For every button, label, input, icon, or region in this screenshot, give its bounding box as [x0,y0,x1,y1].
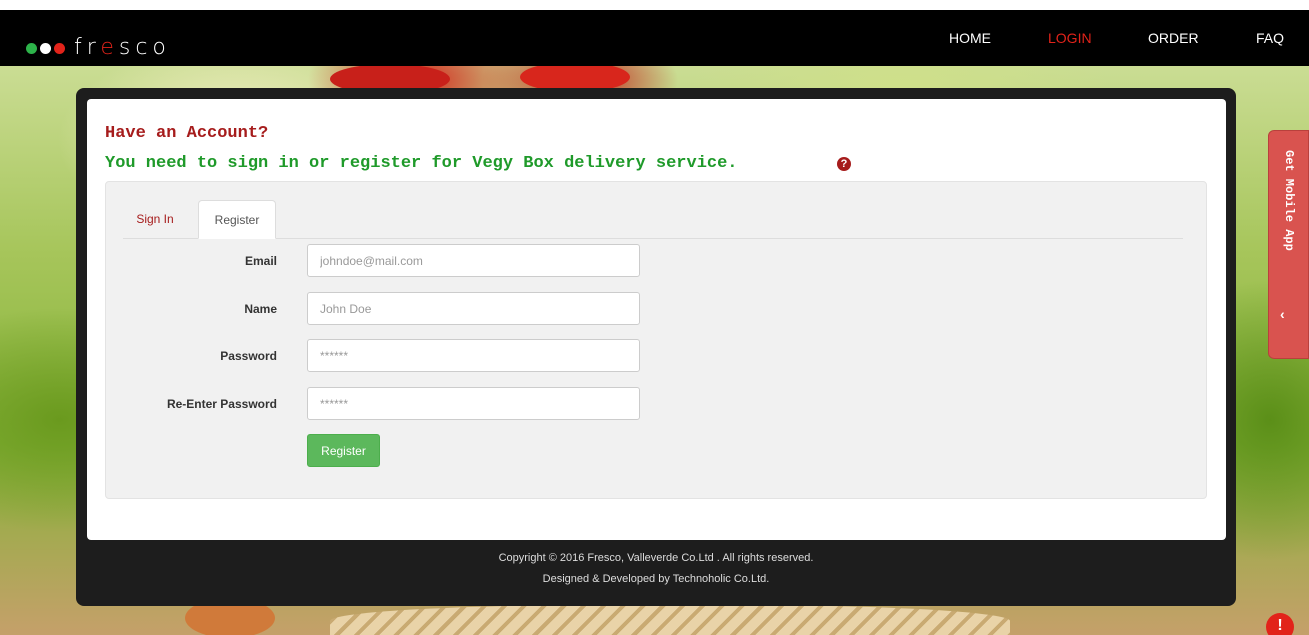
tab-register[interactable]: Register [198,200,276,239]
email-input[interactable] [307,244,640,277]
footer-copyright: Copyright © 2016 Fresco, Valleverde Co.L… [498,552,814,564]
page-heading: Have an Account? [105,124,269,143]
email-label: Email [244,254,277,268]
basket-decoration [330,605,1010,635]
get-mobile-app-label: Get Mobile App [1282,150,1296,251]
password-label: Password [220,349,277,363]
name-input[interactable] [307,292,640,325]
tabs-divider [123,238,1183,239]
nav-home-link[interactable]: HOME [949,30,991,46]
page-subheading: You need to sign in or register for Vegy… [105,154,738,173]
tab-sign-in[interactable]: Sign In [118,200,192,239]
name-label: Name [244,302,277,316]
logo[interactable]: fresco [26,37,171,59]
password-input[interactable] [307,339,640,372]
nav-login-link[interactable]: LOGIN [1048,30,1092,46]
logo-dot-green [26,42,37,54]
alert-icon[interactable]: ! [1266,613,1294,635]
question-circle-icon[interactable]: ? [837,157,851,171]
logo-text: fresco [74,35,171,60]
chevron-down-icon: ‹ [1280,306,1285,322]
nav-order-link[interactable]: ORDER [1148,30,1199,46]
register-button[interactable]: Register [307,434,380,467]
reenter-password-input[interactable] [307,387,640,420]
nav-faq-link[interactable]: FAQ [1256,30,1284,46]
logo-dot-white [40,42,51,54]
footer-credits: Designed & Developed by Technoholic Co.L… [542,573,770,585]
reenter-password-label: Re-Enter Password [166,397,277,411]
top-strip [0,0,1309,10]
logo-dot-red [54,42,65,54]
navbar: fresco [0,10,1309,66]
